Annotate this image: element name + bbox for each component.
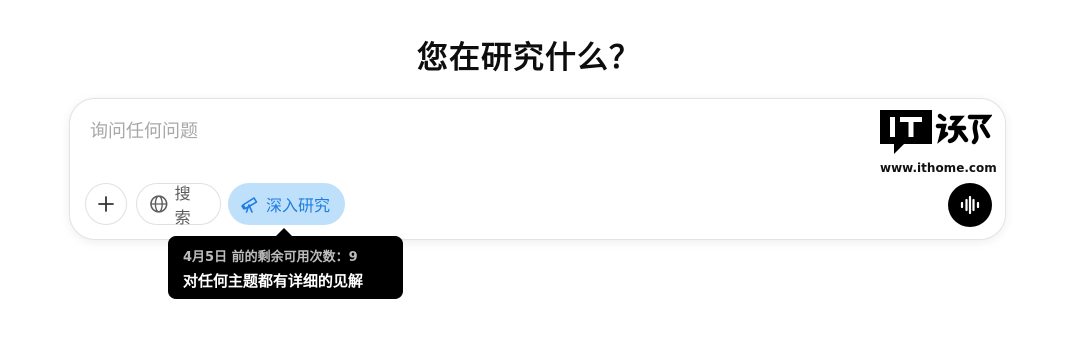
voice-mode-button[interactable] bbox=[948, 183, 992, 227]
prompt-input[interactable]: 询问任何问题 bbox=[90, 117, 198, 143]
add-button[interactable] bbox=[85, 183, 127, 225]
deep-research-tooltip: 4月5日 前的剩余可用次数：9 对任何主题都有详细的见解 bbox=[168, 228, 403, 299]
deep-research-button[interactable]: 深入研究 bbox=[228, 183, 345, 225]
prompt-composer[interactable]: 询问任何问题 搜索 深入研究 bbox=[69, 98, 1006, 240]
remaining-uses-text: 4月5日 前的剩余可用次数：9 bbox=[183, 250, 358, 265]
globe-icon bbox=[150, 195, 168, 213]
deep-research-label: 深入研究 bbox=[266, 196, 331, 215]
watermark-url: www.ithome.com bbox=[880, 161, 997, 175]
tooltip-arrow bbox=[276, 228, 292, 236]
search-button[interactable]: 搜索 bbox=[136, 183, 221, 227]
ithome-watermark: www.ithome.com bbox=[880, 110, 997, 180]
plus-icon bbox=[98, 196, 114, 212]
search-label: 搜索 bbox=[174, 184, 191, 227]
voice-waveform-icon bbox=[960, 195, 980, 215]
page-title: 您在研究什么？ bbox=[417, 40, 641, 76]
ithome-logo bbox=[880, 110, 993, 154]
telescope-icon bbox=[241, 197, 258, 213]
tooltip-description: 对任何主题都有详细的见解 bbox=[183, 272, 364, 290]
